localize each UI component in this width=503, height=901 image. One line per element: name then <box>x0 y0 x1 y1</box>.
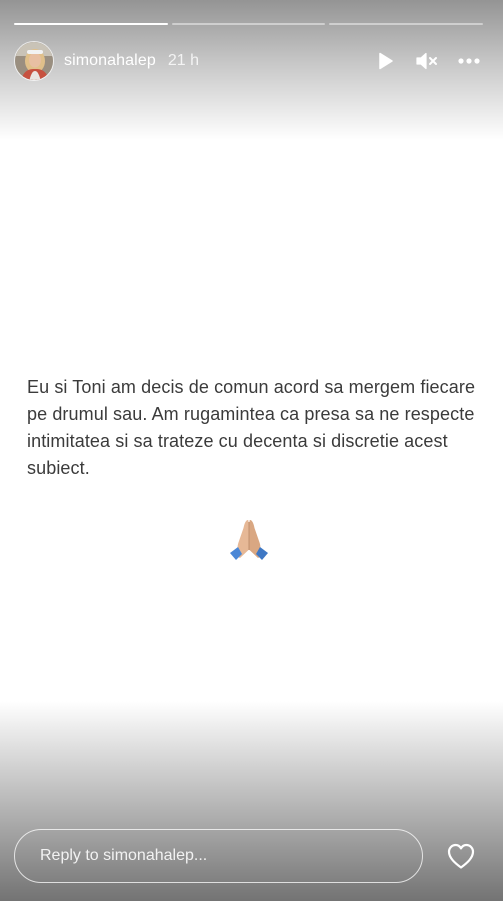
username[interactable]: simonahalep <box>64 52 156 70</box>
muted-speaker-icon <box>416 52 437 70</box>
story-timestamp: 21 h <box>167 52 199 69</box>
mute-toggle-button[interactable] <box>407 41 447 81</box>
story-message-text: Eu si Toni am decis de comun acord sa me… <box>27 377 476 478</box>
play-button[interactable] <box>365 41 405 81</box>
folded-hands-emoji <box>230 520 268 560</box>
progress-segment <box>14 23 168 25</box>
story-header: simonahalep 21 h <box>14 40 489 82</box>
profile-avatar[interactable] <box>14 41 54 81</box>
progress-segment <box>329 23 484 25</box>
reply-input[interactable] <box>14 829 423 883</box>
more-options-button[interactable] <box>449 41 489 81</box>
story-controls <box>365 41 489 81</box>
progress-fill <box>14 23 168 25</box>
like-button[interactable] <box>441 836 481 876</box>
more-options-icon <box>458 58 480 64</box>
play-icon <box>379 52 393 70</box>
story-viewer: simonahalep 21 h Eu si Toni am decis de … <box>0 0 503 901</box>
heart-icon <box>447 843 475 869</box>
story-progress-bar <box>14 23 484 25</box>
reply-bar <box>14 828 489 884</box>
avatar-image <box>15 42 53 80</box>
progress-segment <box>171 23 326 25</box>
